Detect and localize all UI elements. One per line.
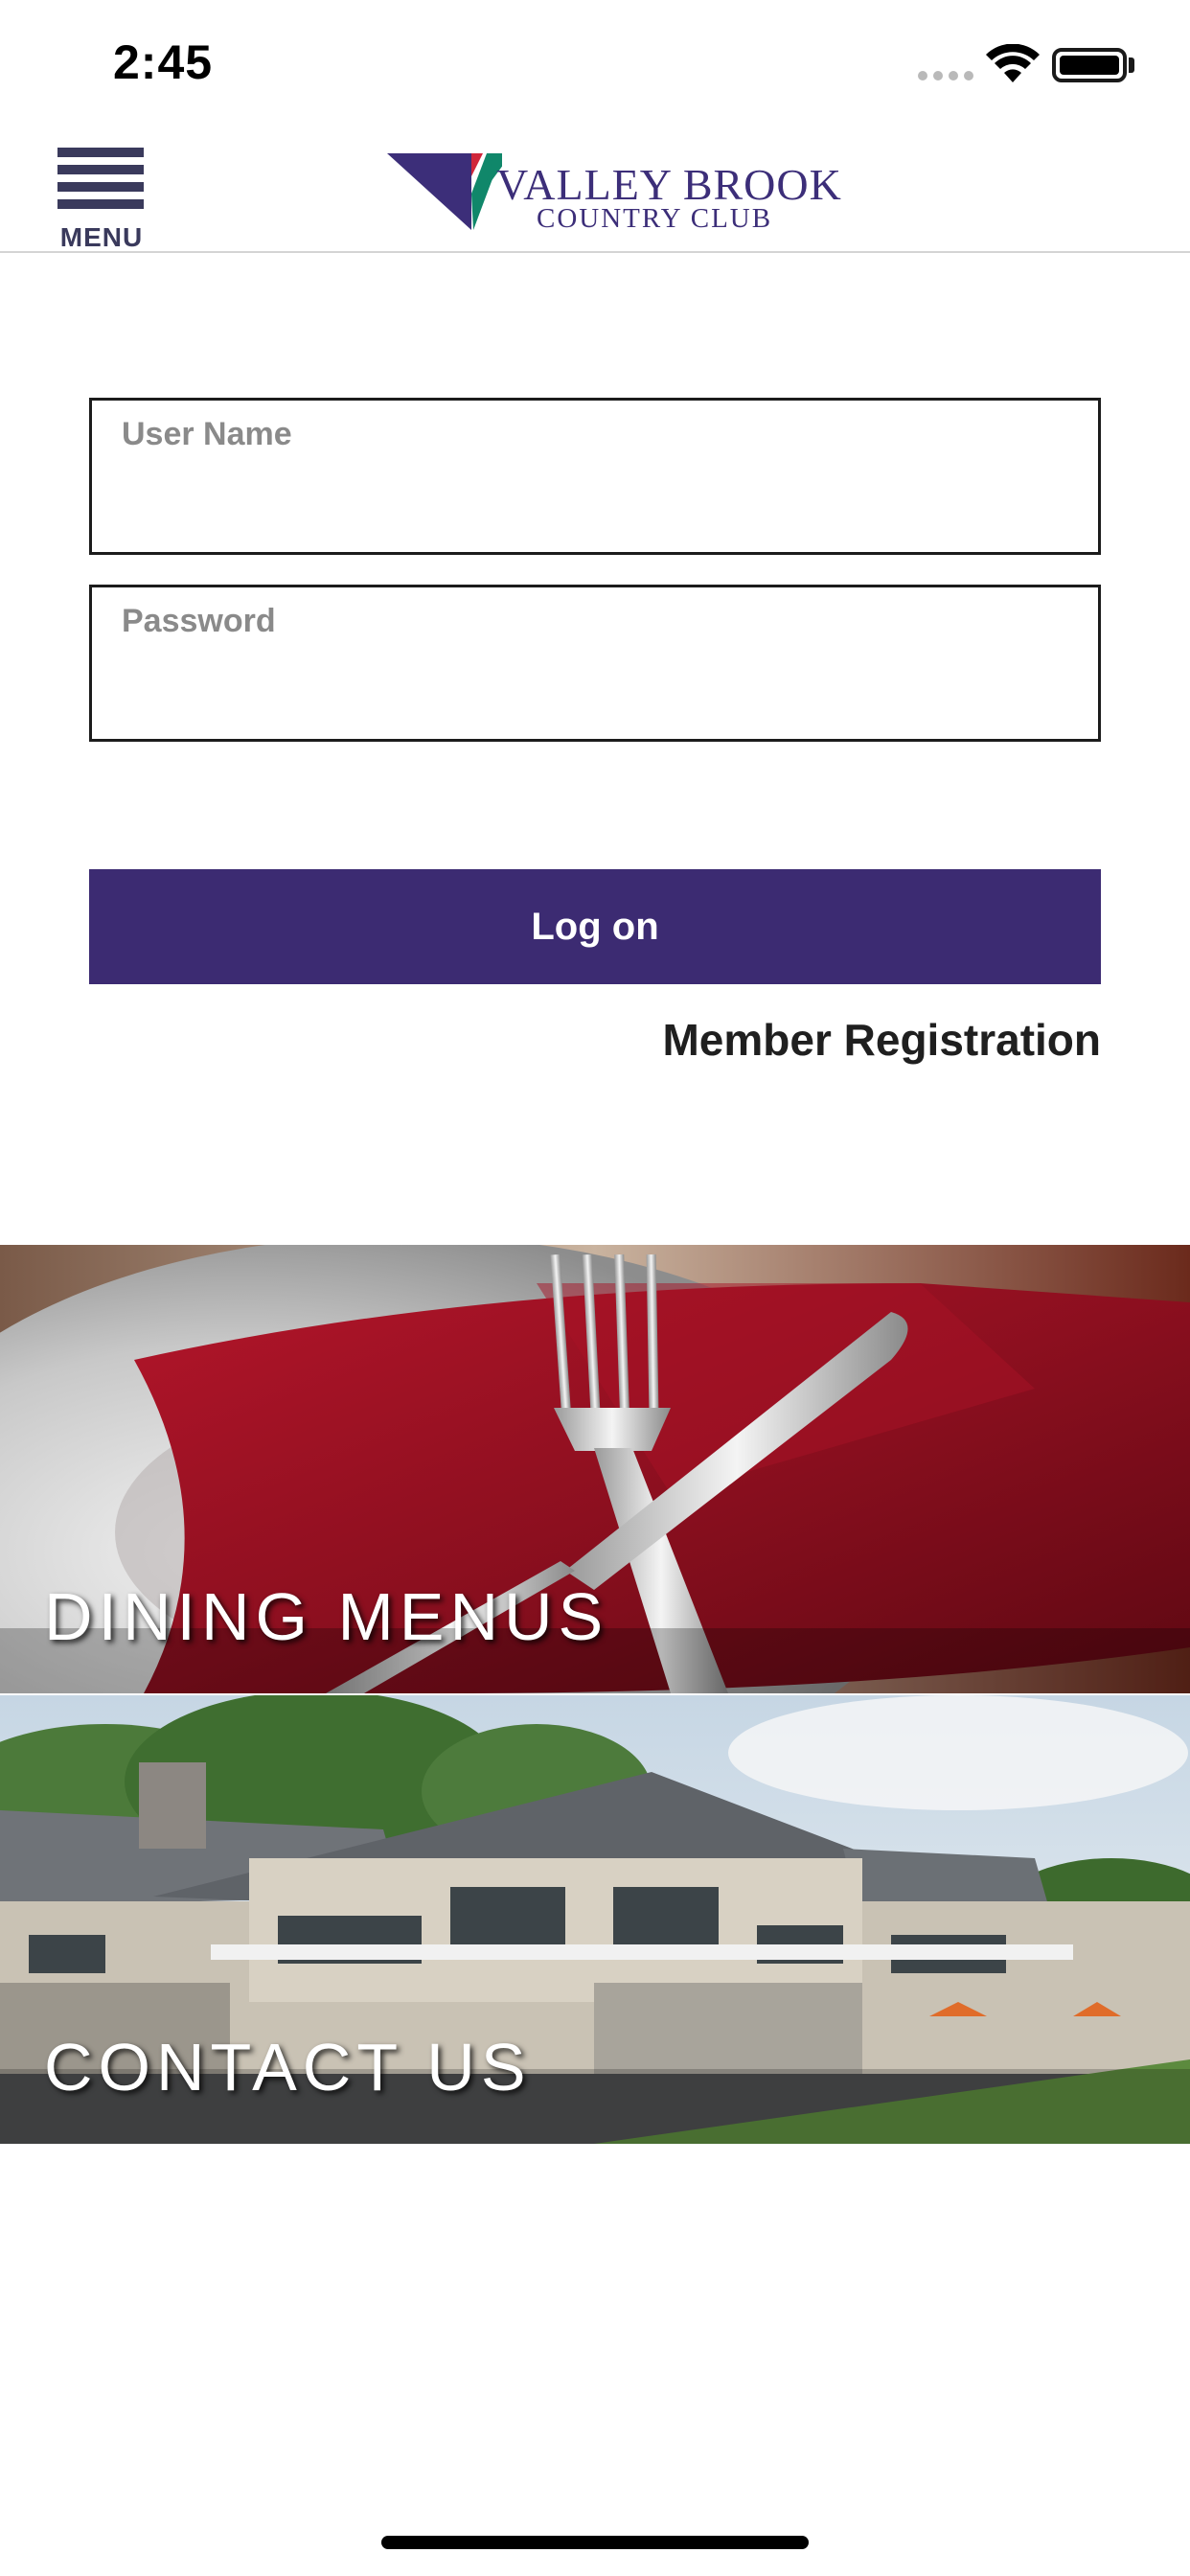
menu-label: MENU: [59, 222, 144, 252]
logon-button[interactable]: Log on: [89, 869, 1101, 984]
battery-nub: [1129, 58, 1134, 73]
contact-us-tile[interactable]: CONTACT US: [0, 1695, 1190, 2144]
home-indicator[interactable]: [381, 2536, 809, 2549]
club-logo: VALLEY BROOK COUNTRY CLUB: [387, 144, 841, 236]
wifi-icon: [986, 44, 1040, 82]
contact-us-label: CONTACT US: [44, 2030, 532, 2104]
username-field[interactable]: User Name: [89, 398, 1101, 555]
password-input[interactable]: [122, 655, 1070, 716]
menu-button[interactable]: MENU: [56, 148, 148, 252]
battery-icon: [1052, 48, 1127, 82]
password-label: Password: [122, 603, 276, 639]
logo-mark-icon: [387, 153, 502, 230]
dining-menus-tile[interactable]: DINING MENUS: [0, 1245, 1190, 1693]
signal-dots-icon: [918, 71, 973, 80]
dining-menus-label: DINING MENUS: [44, 1579, 609, 1654]
status-bar: 2:45: [0, 0, 1190, 126]
logo-text-line2: COUNTRY CLUB: [537, 203, 773, 234]
status-time: 2:45: [113, 35, 214, 89]
username-input[interactable]: [122, 468, 1070, 529]
username-label: User Name: [122, 416, 292, 452]
app-header: MENU VALLEY BROOK COUNTRY CLUB: [0, 126, 1190, 253]
password-field[interactable]: Password: [89, 585, 1101, 742]
member-registration-link[interactable]: Member Registration: [662, 1014, 1101, 1066]
